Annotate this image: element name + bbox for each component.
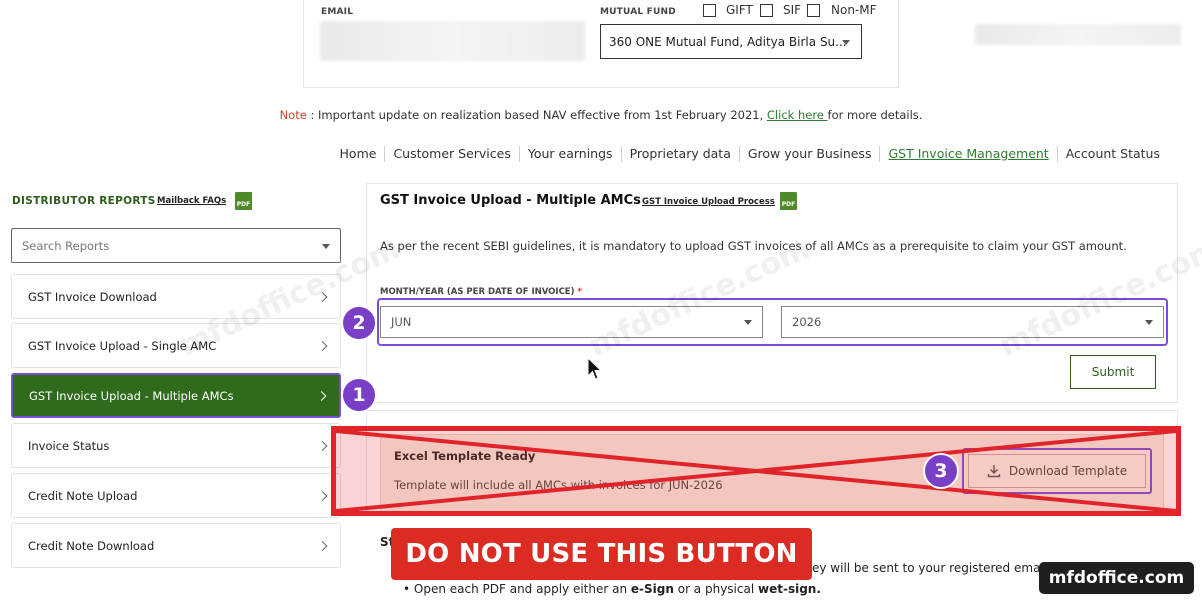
chevron-down-icon (1145, 320, 1153, 325)
step-badge-1: 1 (341, 377, 377, 413)
nav-proprietary-data[interactable]: Proprietary data (620, 146, 739, 162)
page-title: GST Invoice Upload - Multiple AMCs (380, 193, 641, 208)
nav-account-status[interactable]: Account Status (1056, 146, 1168, 162)
sidebar-item-credit-note-download[interactable]: Credit Note Download (11, 523, 341, 568)
step-badge-2: 2 (341, 305, 377, 341)
chevron-right-icon (316, 390, 327, 401)
blurred-user-info (975, 24, 1181, 45)
sif-label: SIF (783, 3, 802, 17)
pdf-icon-label: PDF (781, 201, 796, 208)
email-field[interactable] (320, 21, 585, 61)
nav-your-earnings[interactable]: Your earnings (518, 146, 621, 162)
search-placeholder: Search Reports (22, 238, 110, 253)
gift-checkbox[interactable] (703, 4, 716, 17)
step-badge-3: 3 (923, 453, 959, 489)
sidebar-item-credit-note-upload[interactable]: Credit Note Upload (11, 473, 341, 518)
pdf-icon[interactable]: PDF (235, 192, 252, 210)
chevron-right-icon (317, 340, 328, 351)
nav-customer-services[interactable]: Customer Services (384, 146, 518, 162)
mutual-fund-label: MUTUAL FUND (600, 7, 676, 17)
non-mf-checkbox[interactable] (807, 4, 820, 17)
gift-label: GIFT (726, 3, 753, 17)
nav-gst-invoice-management[interactable]: GST Invoice Management (879, 146, 1056, 162)
note-suffix: for more details. (827, 108, 923, 122)
sign-instruction: • Open each PDF and apply either an e-Si… (403, 582, 821, 596)
warning-banner: DO NOT USE THIS BUTTON (391, 528, 812, 580)
chevron-right-icon (317, 540, 328, 551)
sif-checkbox[interactable] (760, 4, 773, 17)
chevron-right-icon (317, 440, 328, 451)
sidebar-item-label: GST Invoice Download (28, 289, 157, 304)
required-mark: * (577, 287, 582, 297)
sidebar-title: DISTRIBUTOR REPORTS (12, 195, 156, 207)
bullet-icon: • (403, 582, 411, 596)
notice-bar: Note : Important update on realization b… (0, 108, 1202, 122)
chevron-down-icon (842, 40, 850, 45)
wet-sign-text: wet-sign. (758, 582, 821, 596)
email-note-text: ey will be sent to your registered email… (812, 561, 1051, 575)
sidebar-item-label: Credit Note Download (28, 538, 155, 553)
mutual-fund-value: 360 ONE Mutual Fund, Aditya Birla Su... (609, 34, 847, 49)
click-here-link[interactable]: Click here (767, 108, 828, 122)
nav-home[interactable]: Home (332, 146, 385, 162)
chevron-down-icon (322, 244, 330, 249)
non-mf-label: Non-MF (831, 3, 877, 17)
sidebar-item-label: Credit Note Upload (28, 488, 138, 503)
sidebar-item-label: GST Invoice Upload - Multiple AMCs (29, 388, 234, 403)
note-text: : Important update on realization based … (306, 108, 767, 122)
watermark-badge: mfdoffice.com (1039, 562, 1194, 594)
e-sign-text: e-Sign (630, 582, 674, 596)
month-year-label: MONTH/YEAR (AS PER DATE OF INVOICE) * (380, 287, 582, 297)
pdf-icon-label: PDF (236, 201, 251, 208)
chevron-down-icon (744, 320, 752, 325)
sidebar-item-label: Invoice Status (28, 438, 110, 453)
cross-out-icon (335, 429, 1177, 513)
upload-process-link[interactable]: GST Invoice Upload Process (642, 197, 775, 207)
year-value: 2026 (792, 315, 822, 329)
sign-instruction-mid: or a physical (673, 582, 758, 596)
sidebar-item-invoice-status[interactable]: Invoice Status (11, 423, 341, 468)
note-prefix: Note (279, 108, 307, 122)
month-year-label-text: MONTH/YEAR (AS PER DATE OF INVOICE) (380, 287, 575, 297)
month-value: JUN (391, 315, 412, 329)
nav-grow-your-business[interactable]: Grow your Business (738, 146, 880, 162)
mailback-faqs-link[interactable]: Mailback FAQs (157, 196, 226, 206)
submit-button[interactable]: Submit (1070, 355, 1156, 389)
sebi-guideline-text: As per the recent SEBI guidelines, it is… (380, 239, 1127, 253)
main-nav: Home Customer Services Your earnings Pro… (332, 146, 1168, 162)
search-reports-select[interactable]: Search Reports (11, 228, 341, 263)
email-label: EMAIL (321, 7, 354, 17)
pdf-icon[interactable]: PDF (780, 192, 797, 210)
chevron-right-icon (317, 490, 328, 501)
sidebar-item-upload-multiple-amcs[interactable]: GST Invoice Upload - Multiple AMCs (11, 373, 341, 418)
sign-instruction-pre: Open each PDF and apply either an (413, 582, 631, 596)
mutual-fund-select[interactable]: 360 ONE Mutual Fund, Aditya Birla Su... (600, 24, 862, 59)
